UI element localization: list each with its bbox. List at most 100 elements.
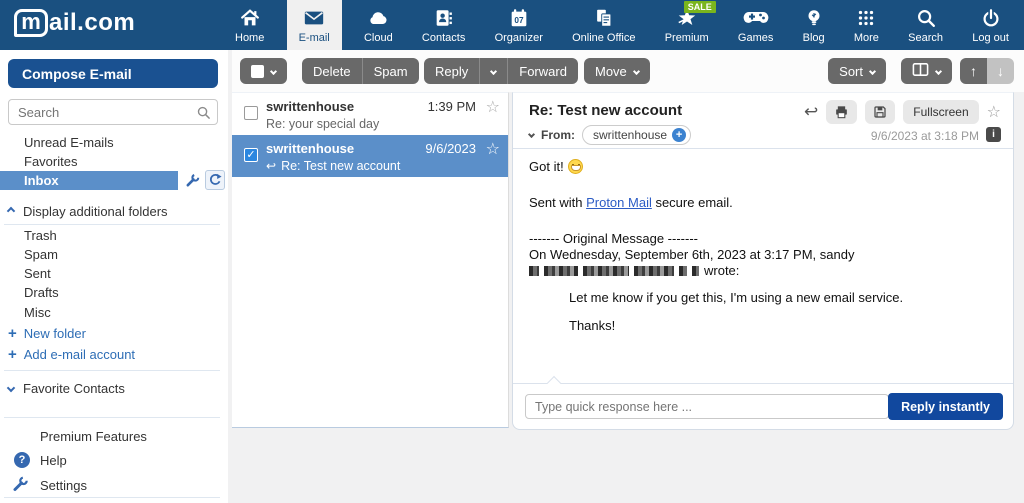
nav-games[interactable]: Games: [731, 0, 780, 50]
reader-header: Re: Test new account ↩ Fullscreen ☆ From…: [513, 93, 1013, 149]
sidebar-item-unread-emails[interactable]: Unread E-mails: [24, 135, 114, 150]
select-all-dropdown[interactable]: [240, 58, 287, 84]
nav-search-label: Search: [908, 32, 943, 44]
contacts-icon: [433, 7, 455, 29]
sidebar-folder-trash[interactable]: Trash: [24, 228, 57, 243]
sidebar-folder-sent[interactable]: Sent: [24, 266, 51, 281]
email-list-row-selected[interactable]: ✓ swrittenhouse 9/6/2023 ☆ ↩Re: Test new…: [232, 135, 508, 177]
reply-instantly-button[interactable]: Reply instantly: [888, 393, 1003, 420]
original-message-meta: On Wednesday, September 6th, 2023 at 3:1…: [529, 247, 997, 263]
cloud-icon: [366, 7, 390, 29]
info-icon[interactable]: i: [986, 127, 1001, 142]
sidebar-search-input[interactable]: [8, 99, 218, 125]
sidebar-favorite-contacts-header[interactable]: Favorite Contacts: [8, 381, 125, 396]
nav-logout[interactable]: Log out: [965, 0, 1016, 50]
save-button[interactable]: [865, 100, 895, 124]
nav-cloud[interactable]: Cloud: [357, 0, 400, 50]
proton-mail-link[interactable]: Proton Mail: [586, 195, 652, 210]
move-dropdown[interactable]: Move: [584, 58, 650, 84]
sidebar-folders-header[interactable]: Display additional folders: [8, 204, 168, 219]
sidebar-folder-misc[interactable]: Misc: [24, 305, 51, 320]
chevron-down-icon: [7, 384, 15, 392]
message-nav-arrows: ↑ ↓: [960, 58, 1014, 84]
original-message-header: ------- Original Message -------: [529, 231, 997, 247]
logout-power-icon: [980, 7, 1002, 29]
inbox-refresh-icon[interactable]: [205, 170, 225, 190]
mail-toolbar: Delete Spam Reply Forward Move Sort: [232, 50, 1024, 92]
organizer-calendar-icon: 07: [508, 7, 530, 29]
select-all-checkbox[interactable]: [251, 65, 264, 78]
star-icon[interactable]: ☆: [486, 139, 500, 159]
sidebar-item-inbox[interactable]: Inbox: [0, 171, 178, 190]
sidebar-item-favorites[interactable]: Favorites: [24, 154, 77, 169]
row-sender: swrittenhouse: [266, 99, 354, 114]
nav-contacts[interactable]: Contacts: [415, 0, 472, 50]
row-checkbox[interactable]: [244, 106, 258, 120]
nav-more[interactable]: More: [847, 0, 886, 50]
email-icon: [302, 7, 326, 29]
delete-button[interactable]: Delete: [302, 58, 362, 84]
original-message-meta2: wrote:: [529, 263, 997, 279]
previous-message-arrow[interactable]: ↑: [960, 58, 987, 84]
row-checkbox-checked[interactable]: ✓: [244, 148, 258, 162]
nav-organizer[interactable]: 07 Organizer: [488, 0, 550, 50]
sender-pill[interactable]: swrittenhouse +: [582, 125, 691, 145]
sidebar-folder-drafts[interactable]: Drafts: [24, 285, 59, 300]
forward-button[interactable]: Forward: [507, 58, 578, 84]
message-reader-pane: Re: Test new account ↩ Fullscreen ☆ From…: [512, 92, 1014, 430]
help-icon[interactable]: ?: [14, 452, 30, 468]
add-contact-icon[interactable]: +: [672, 128, 686, 142]
row-subject: Re: your special day: [266, 117, 379, 131]
home-icon: [239, 7, 261, 29]
sidebar-search-icon[interactable]: [196, 105, 211, 125]
nav-blog-label: Blog: [803, 32, 825, 44]
sender-name: swrittenhouse: [593, 128, 667, 142]
reader-actions: ↩ Fullscreen ☆: [804, 100, 1001, 124]
sidebar-help[interactable]: Help: [40, 453, 67, 468]
print-button[interactable]: [826, 100, 857, 124]
star-icon[interactable]: ☆: [987, 102, 1001, 122]
compose-email-button[interactable]: Compose E-mail: [8, 59, 218, 88]
search-icon: [915, 7, 937, 29]
grinning-emoji-icon: [568, 159, 583, 174]
nav-email[interactable]: E-mail: [287, 0, 342, 50]
nav-online-office[interactable]: Online Office: [565, 0, 642, 50]
reply-dropdown[interactable]: [479, 58, 507, 84]
settings-wrench-icon[interactable]: [12, 476, 28, 497]
nav-premium[interactable]: SALE Premium: [658, 0, 716, 50]
replied-arrow-icon: ↩: [266, 159, 276, 173]
email-list: swrittenhouse 1:39 PM ☆ Re: your special…: [232, 92, 509, 428]
chevron-down-icon[interactable]: [528, 130, 535, 137]
next-message-arrow[interactable]: ↓: [987, 58, 1014, 84]
star-icon[interactable]: ☆: [486, 97, 500, 117]
sidebar-premium-features[interactable]: Premium Features: [40, 429, 147, 444]
from-label: From:: [541, 128, 575, 142]
sort-dropdown[interactable]: Sort: [828, 58, 886, 84]
sidebar-add-email-account[interactable]: +Add e-mail account: [8, 346, 135, 363]
email-list-row[interactable]: swrittenhouse 1:39 PM ☆ Re: your special…: [232, 93, 508, 135]
games-gamepad-icon: [743, 7, 769, 29]
from-row: From: swrittenhouse +: [529, 125, 691, 145]
row-time: 1:39 PM: [428, 99, 476, 114]
sidebar-new-folder[interactable]: +New folder: [8, 325, 86, 342]
nav-home[interactable]: Home: [228, 0, 271, 50]
fullscreen-button[interactable]: Fullscreen: [903, 100, 978, 124]
quick-reply-input[interactable]: [525, 394, 889, 419]
message-date: 9/6/2023 at 3:18 PM: [871, 129, 979, 143]
nav-search[interactable]: Search: [901, 0, 950, 50]
top-navigation-bar: mail.com Home E-mail Cloud Contacts 07: [0, 0, 1024, 50]
redacted-text: [583, 266, 629, 276]
reply-arrow-icon[interactable]: ↩: [804, 102, 818, 122]
spam-button[interactable]: Spam: [362, 58, 419, 84]
top-nav-items: Home E-mail Cloud Contacts 07 Organizer …: [228, 0, 1016, 50]
chevron-down-icon: [935, 67, 942, 74]
mailcom-logo[interactable]: mail.com: [14, 9, 135, 37]
sidebar-settings[interactable]: Settings: [40, 478, 87, 493]
layout-dropdown[interactable]: [901, 58, 952, 84]
sidebar-folder-spam[interactable]: Spam: [24, 247, 58, 262]
reply-button[interactable]: Reply: [424, 58, 479, 84]
nav-blog[interactable]: Blog: [796, 0, 832, 50]
divider: [4, 224, 220, 225]
message-subject: Re: Test new account: [529, 102, 682, 119]
inbox-edit-wrench-icon[interactable]: [182, 170, 202, 190]
